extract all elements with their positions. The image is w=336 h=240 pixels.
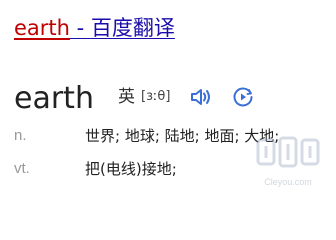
pronunciation-ipa: [ɜːθ] bbox=[141, 89, 171, 104]
result-title-keyword: earth bbox=[14, 16, 70, 40]
pronunciation-group: 英 [ɜːθ] bbox=[118, 86, 170, 108]
play-button[interactable] bbox=[231, 86, 255, 108]
result-title-site: 百度翻译 bbox=[90, 16, 175, 40]
definition-pos: vt. bbox=[14, 160, 30, 177]
speaker-icon bbox=[191, 89, 210, 105]
speaker-button[interactable] bbox=[189, 86, 213, 108]
definition-meaning: 把(电线)接地; bbox=[85, 160, 177, 178]
headword: earth bbox=[14, 81, 94, 116]
pronunciation-lang: 英 bbox=[118, 87, 135, 107]
watermark: Cleyou.com bbox=[246, 130, 330, 188]
play-circle-icon bbox=[233, 87, 253, 107]
watermark-text: Cleyou.com bbox=[264, 177, 312, 187]
result-title-link[interactable]: earth - 百度翻译 bbox=[14, 13, 175, 43]
definition-pos: n. bbox=[14, 127, 27, 144]
result-title-separator: - bbox=[69, 16, 91, 40]
watermark-logo-icon bbox=[256, 136, 320, 168]
